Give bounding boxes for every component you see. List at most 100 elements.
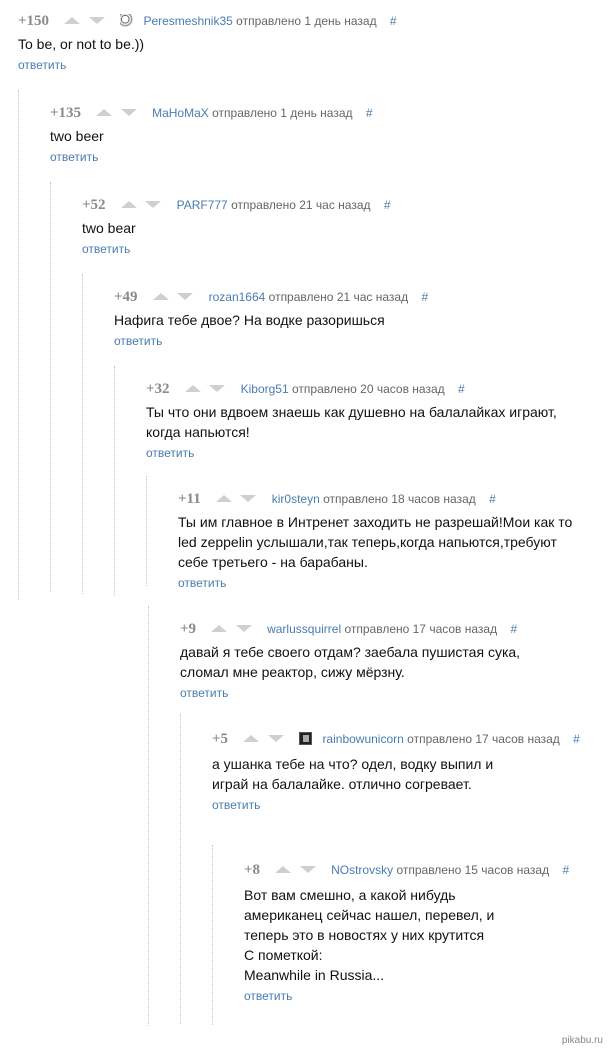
comment: +135 MaHoMaX отправлено 1 день назад # t… [18,90,609,600]
comment: +32 Kiborg51 отправлено 20 часов назад #… [114,366,609,596]
comment-rating: +135 [50,105,82,121]
downvote-arrow-icon[interactable] [120,109,137,117]
comment-text: To be, or not to be.)) [18,34,609,54]
downvote-arrow-icon[interactable] [209,385,226,393]
comment-text-line: играй на балалайке. отлично согревает. [212,776,472,792]
comment-header: +135 MaHoMaX отправлено 1 день назад # [50,104,609,122]
site-watermark: pikabu.ru [561,1035,603,1046]
comment-text: two bear [82,218,609,238]
comment-author-link[interactable]: Kiborg51 [241,382,289,396]
downvote-arrow-icon[interactable] [267,735,284,743]
comment-header: +32 Kiborg51 отправлено 20 часов назад # [146,380,609,398]
user-avatar-icon[interactable] [299,732,313,746]
thread-line [212,845,214,1025]
upvote-arrow-icon[interactable] [184,385,201,393]
reply-link[interactable]: ответить [114,334,162,348]
thread-line [18,90,20,600]
downvote-arrow-icon[interactable] [145,201,162,209]
reply-link[interactable]: ответить [18,58,66,72]
upvote-arrow-icon[interactable] [275,866,292,874]
comment-permalink[interactable]: # [510,622,517,636]
comment-timestamp: отправлено 17 часов назад [407,732,560,746]
comment-author-link[interactable]: rainbowunicorn [322,732,403,746]
comment-permalink[interactable]: # [458,382,465,396]
comment-author-link[interactable]: rozan1664 [209,290,266,304]
comment-author-link[interactable]: warlussquirrel [267,622,341,636]
comment-timestamp: отправлено 17 часов назад [344,622,498,636]
comment-timestamp: отправлено 1 день назад [236,14,377,28]
comment-text-line: two bear [82,220,136,236]
comment-text: Ты им главное в Интренет заходить не раз… [178,512,609,572]
downvote-arrow-icon[interactable] [177,293,194,301]
comment-text-line: давай я тебе своего отдам? заебала пушис… [180,644,521,660]
reply-link[interactable]: ответить [146,446,194,460]
comment-author-link[interactable]: Peresmeshnik35 [143,14,232,28]
upvote-arrow-icon[interactable] [211,625,228,633]
reply-link[interactable]: ответить [180,686,228,700]
comment-author-link[interactable]: kir0steyn [272,492,320,506]
comment-permalink[interactable]: # [489,492,496,506]
comment-header: +5 rainbowunicorn отправлено 17 часов на… [212,728,609,750]
upvote-arrow-icon[interactable] [216,495,233,503]
comment-header: +49 rozan1664 отправлено 21 час назад # [114,288,609,306]
comment: +9 warlussquirrel отправлено 17 часов на… [148,606,609,1026]
downvote-arrow-icon[interactable] [299,866,316,874]
comment-text-line: Ты что они вдвоем знаешь как душевно на … [146,404,557,420]
comment-text-line: С пометкой: [244,947,323,963]
downvote-arrow-icon[interactable] [240,495,257,503]
reply-link[interactable]: ответить [212,798,260,812]
comment-timestamp: отправлено 15 часов назад [396,863,550,877]
comment-text-line: To be, or not to be.)) [18,36,145,52]
comment-permalink[interactable]: # [384,198,391,212]
upvote-arrow-icon[interactable] [243,735,260,743]
comment-permalink[interactable]: # [390,14,397,28]
comment-permalink[interactable]: # [366,106,373,120]
comment-rating: +5 [212,731,229,747]
comment: +49 rozan1664 отправлено 21 час назад # … [82,274,609,594]
comment-timestamp: отправлено 21 час назад [231,198,371,212]
downvote-arrow-icon[interactable] [235,625,252,633]
comment: +5 rainbowunicorn отправлено 17 часов на… [180,714,609,1024]
reply-link[interactable]: ответить [178,576,226,590]
reply-link[interactable]: ответить [82,242,130,256]
upvote-arrow-icon[interactable] [64,17,81,25]
comment-header: +11 kir0steyn отправлено 18 часов назад … [178,490,609,508]
reply-link[interactable]: ответить [50,150,98,164]
comment-header: +150 Peresmeshnik35 отправлено 1 день на… [18,12,609,30]
comment-rating: +49 [114,289,138,305]
comment-text: а ушанка тебе на что? одел, водку выпил … [212,754,609,794]
comment-text-line: Вот вам смешно, а какой нибудь [244,887,456,903]
comment-author-link[interactable]: MaHoMaX [152,106,209,120]
upvote-arrow-icon[interactable] [120,201,137,209]
comment-author-link[interactable]: PARF777 [177,198,228,212]
comment-permalink[interactable]: # [562,863,569,877]
comment-text-line: себе третьего - на барабаны. [178,554,368,570]
comment-text: Нафига тебе двое? На водке разоришься [114,310,609,330]
comment-text-line: американец сейчас нашел, перевел, и [244,907,495,923]
comment-rating: +52 [82,197,106,213]
user-avatar-icon[interactable] [120,14,134,28]
comment-text-line: led zeppelin услышали,так теперь,когда н… [178,534,557,550]
comment-text-line: теперь это в новостях у них крутится [244,927,485,943]
thread-line [180,714,182,1024]
comment-rating: +11 [178,491,201,507]
comment-text-line: сломал мне реактор, сижу мёрзну. [180,664,405,680]
comment-text-line: Ты им главное в Интренет заходить не раз… [178,514,573,530]
comment-author-link[interactable]: NOstrovsky [331,863,393,877]
comment-text: давай я тебе своего отдам? заебала пушис… [180,642,609,682]
upvote-arrow-icon[interactable] [96,109,113,117]
comment-text: Ты что они вдвоем знаешь как душевно на … [146,402,609,442]
comment-permalink[interactable]: # [421,290,428,304]
comment-text-line: Meanwhile in Russia... [244,967,385,983]
comment-permalink[interactable]: # [573,732,580,746]
comment-timestamp: отправлено 21 час назад [268,290,409,304]
comment-rating: +150 [18,13,50,29]
comment-timestamp: отправлено 20 часов назад [291,382,445,396]
reply-link[interactable]: ответить [244,989,292,1003]
comment-rating: +9 [180,621,197,637]
comment-header: +9 warlussquirrel отправлено 17 часов на… [180,620,609,638]
thread-line [148,606,150,1026]
upvote-arrow-icon[interactable] [152,293,169,301]
comment-header: +8 NOstrovsky отправлено 15 часов назад … [244,859,609,881]
downvote-arrow-icon[interactable] [88,17,105,25]
